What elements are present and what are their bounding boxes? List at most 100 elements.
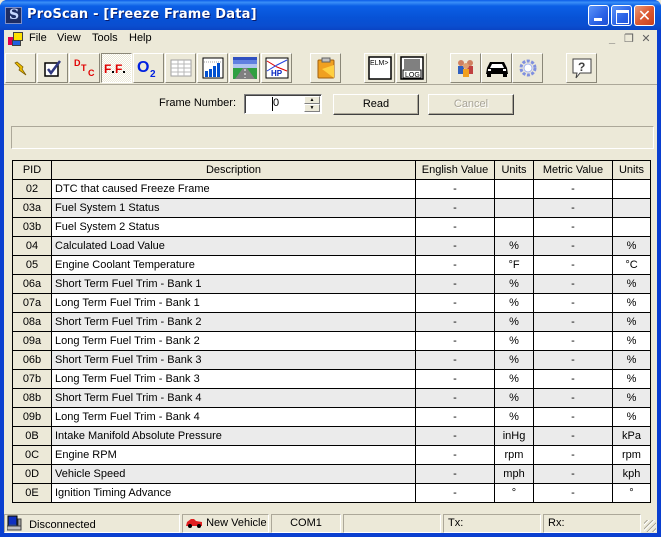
mdi-restore-button[interactable]: ❐ [621,32,637,46]
frame-number-input[interactable]: 0 ▲ ▼ [244,94,322,114]
table-row[interactable]: 09a Long Term Fuel Trim - Bank 2-% -% [12,331,651,351]
english-value-cell: - [415,255,495,275]
column-header-description[interactable]: Description [51,160,416,180]
frame-number-spinner[interactable]: ▲ ▼ [304,96,320,112]
app-logo-icon[interactable]: S [5,7,22,24]
table-row[interactable]: 06b Short Term Fuel Trim - Bank 3-% -% [12,350,651,370]
metric-units-cell: % [612,407,651,427]
english-units-cell: mph [494,464,534,484]
english-value-cell: - [415,407,495,427]
menu-file[interactable]: File [29,32,47,44]
table-row[interactable]: 03a Fuel System 1 Status - - [12,198,651,218]
pid-cell: 04 [12,236,52,256]
diagnostic-check-button[interactable] [37,53,68,83]
english-value-cell: - [415,236,495,256]
metric-units-cell [612,179,651,199]
mdi-close-button[interactable]: ✕ [638,32,654,46]
description-cell: Engine RPM [51,445,416,465]
status-vehicle[interactable]: New Vehicle [182,514,269,533]
title-bar[interactable]: S ProScan - [Freeze Frame Data] ✕ [0,0,661,30]
table-row[interactable]: 08a Short Term Fuel Trim - Bank 2-% -% [12,312,651,332]
metric-value-cell: - [533,198,613,218]
report-button[interactable] [310,53,341,83]
table-row[interactable]: 0D Vehicle Speed - mph - kph [12,464,651,484]
description-cell: Vehicle Speed [51,464,416,484]
red-car-icon [186,519,202,528]
description-cell: Long Term Fuel Trim - Bank 1 [51,293,416,313]
english-value-cell: - [415,369,495,389]
table-row[interactable]: 06a Short Term Fuel Trim - Bank 1-% -% [12,274,651,294]
table-icon [170,59,191,77]
cancel-button[interactable]: Cancel [428,94,514,115]
minimize-button[interactable] [588,5,609,26]
table-row[interactable]: 0C Engine RPM - rpm - rpm [12,445,651,465]
read-button[interactable]: Read [333,94,419,115]
users-button[interactable] [450,53,481,83]
pid-cell: 06a [12,274,52,294]
table-row[interactable]: 04 Calculated Load Value -% -% [12,236,651,256]
english-value-cell: - [415,426,495,446]
table-row[interactable]: 07b Long Term Fuel Trim - Bank 3-% -% [12,369,651,389]
english-value-cell: - [415,274,495,294]
connect-button[interactable] [5,53,36,83]
graph-button[interactable] [197,53,228,83]
clipboard-icon [317,57,334,79]
english-units-cell: % [494,236,534,256]
table-row[interactable]: 05 Engine Coolant Temperature - °F - °C [12,255,651,275]
vehicle-button[interactable] [481,53,512,83]
column-header-metric-value[interactable]: Metric Value [533,160,613,180]
column-header-english-value[interactable]: English Value [415,160,495,180]
dashboard-button[interactable] [229,53,260,83]
table-row[interactable]: 0B Intake Manifold Absolute Pressure - inHg… [12,426,651,446]
status-connection: Disconnected [4,514,180,533]
description-cell: Short Term Fuel Trim - Bank 2 [51,312,416,332]
table-row[interactable]: 03b Fuel System 2 Status - - [12,217,651,237]
description-cell: Engine Coolant Temperature [51,255,416,275]
horsepower-button[interactable]: HP [261,53,292,83]
menu-tools[interactable]: Tools [92,32,118,44]
pid-cell: 09a [12,331,52,351]
resize-grip[interactable] [644,520,656,532]
pid-cell: 05 [12,255,52,275]
status-bar: Disconnected New Vehicle COM1 Tx: Rx: [4,512,657,533]
o2-sensors-button[interactable]: O2 [133,53,164,83]
mdi-minimize-button[interactable]: _ [604,32,620,46]
english-value-cell: - [415,331,495,351]
menu-bar: File View Tools Help _ ❐ ✕ [4,30,657,49]
english-units-cell: % [494,407,534,427]
table-row[interactable]: 08b Short Term Fuel Trim - Bank 4-% -% [12,388,651,408]
table-row[interactable]: 09b Long Term Fuel Trim - Bank 4-% -% [12,407,651,427]
english-value-cell: - [415,179,495,199]
settings-button[interactable] [512,53,543,83]
dtc-button[interactable]: DTC [69,53,100,83]
freeze-frame-button[interactable]: FF [101,53,132,83]
table-row[interactable]: 0E Ignition Timing Advance - ° - ° [12,483,651,503]
spin-up-button[interactable]: ▲ [304,96,320,104]
column-header-metric-units[interactable]: Units [612,160,651,180]
close-button[interactable]: ✕ [634,5,655,26]
document-icon[interactable] [8,32,24,47]
spin-down-button[interactable]: ▼ [304,104,320,112]
maximize-button[interactable] [611,5,632,26]
window-title: ProScan - [Freeze Frame Data] [27,7,257,22]
column-header-pid[interactable]: PID [12,160,52,180]
frame-number-value[interactable]: 0 [273,97,279,109]
menu-view[interactable]: View [57,32,81,44]
client-area: File View Tools Help _ ❐ ✕ DTC FF O2 HP … [4,30,657,533]
table-row[interactable]: 02 DTC that caused Freeze Frame - - [12,179,651,199]
svg-text:2: 2 [150,69,156,79]
menu-help[interactable]: Help [129,32,152,44]
column-header-english-units[interactable]: Units [494,160,534,180]
elm-terminal-button[interactable]: ELM> [364,53,395,83]
log-button[interactable]: LOG [396,53,427,83]
metric-units-cell: ° [612,483,651,503]
description-cell: Ignition Timing Advance [51,483,416,503]
english-units-cell [494,217,534,237]
data-grid-button[interactable] [165,53,196,83]
table-row[interactable]: 07a Long Term Fuel Trim - Bank 1-% -% [12,293,651,313]
help-button[interactable]: ? [566,53,597,83]
pid-cell: 08b [12,388,52,408]
table-header-row: PID Description English Value Units Metr… [12,160,651,180]
toolbar: DTC FF O2 HP ELM> LOG ? [4,49,657,85]
description-cell: Intake Manifold Absolute Pressure [51,426,416,446]
